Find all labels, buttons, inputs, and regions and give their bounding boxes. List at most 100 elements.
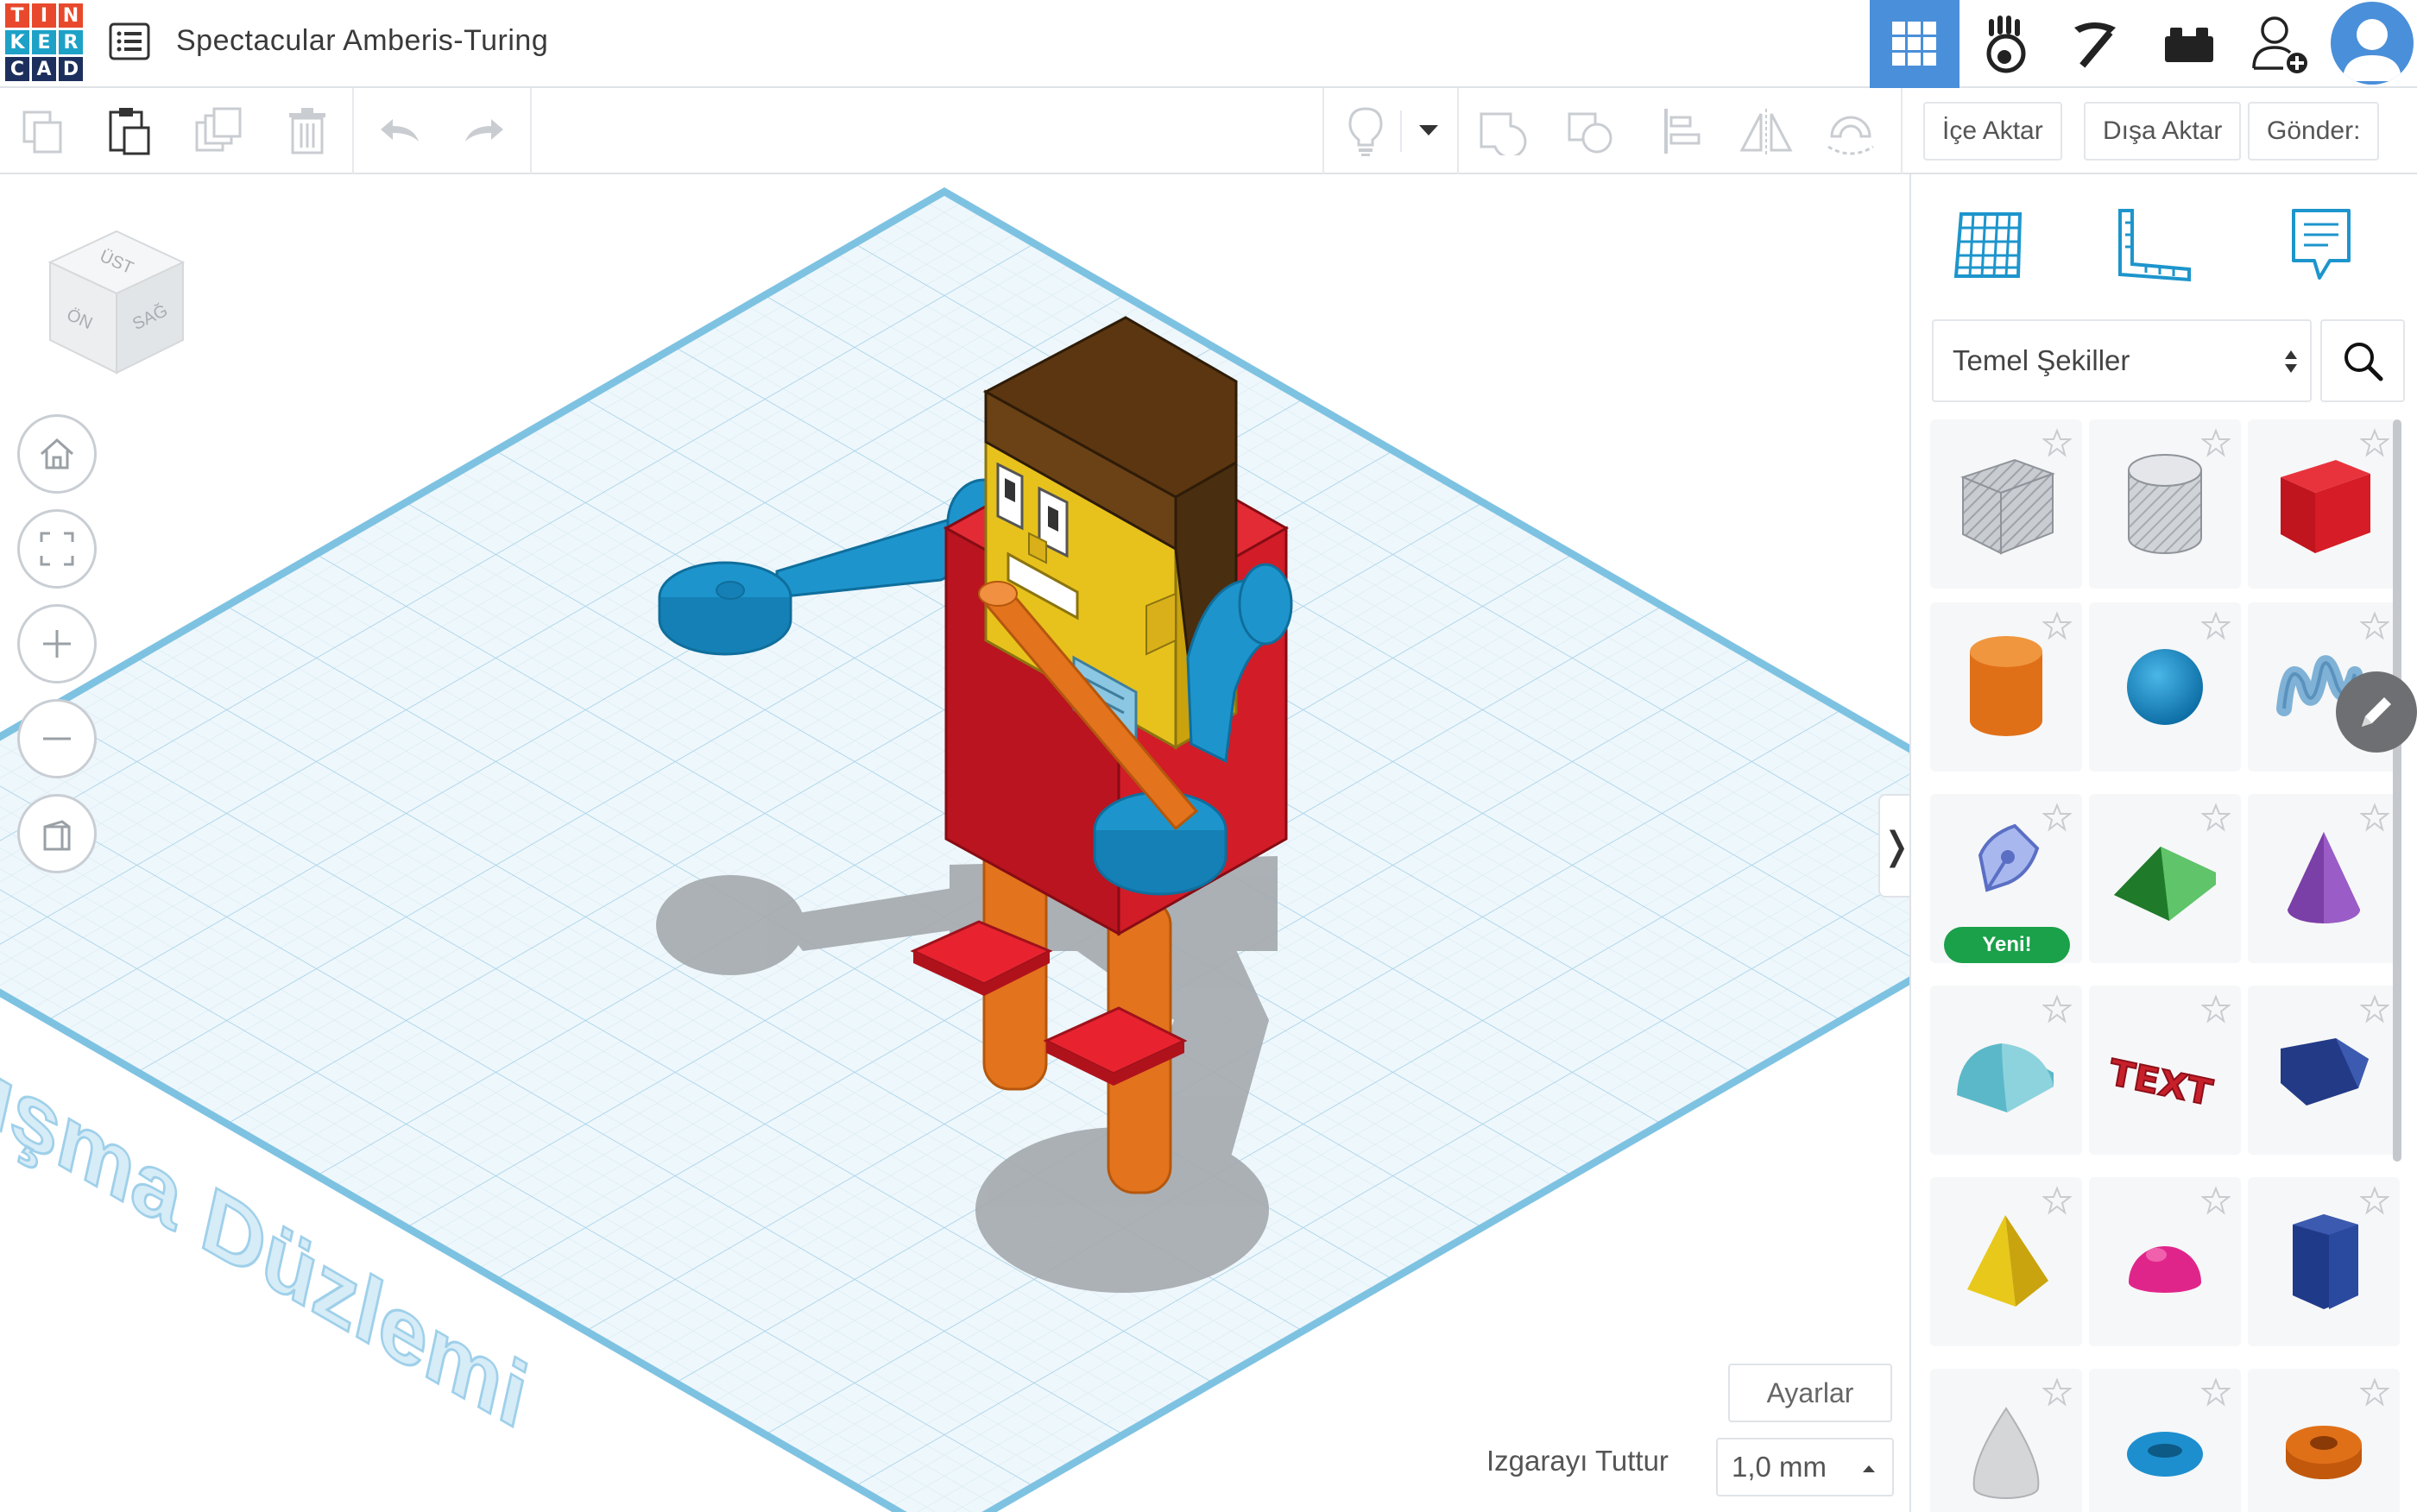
- shape-tile-torus[interactable]: [2089, 1369, 2241, 1512]
- shape-tile-round-roof[interactable]: [1930, 986, 2082, 1155]
- shape-tile-half-sphere[interactable]: [2089, 1177, 2241, 1346]
- star-icon[interactable]: [2201, 611, 2231, 640]
- pen-nib-shape-icon: [1978, 823, 2040, 892]
- star-icon[interactable]: [2360, 803, 2389, 832]
- logo-letter: D: [59, 57, 83, 81]
- star-icon[interactable]: [2360, 611, 2389, 640]
- bricks-button[interactable]: [2053, 0, 2142, 88]
- brick-icon: [2165, 28, 2213, 62]
- shape-tile-cylinder-hole[interactable]: [2089, 419, 2241, 589]
- user-avatar[interactable]: [2331, 2, 2414, 85]
- star-icon[interactable]: [2042, 1377, 2072, 1407]
- ortho-view-button[interactable]: [17, 794, 97, 873]
- panel-collapse-button[interactable]: ❭: [1878, 794, 1913, 898]
- blocks-button[interactable]: [1961, 0, 2051, 88]
- home-icon: [41, 438, 73, 469]
- tinkercad-logo[interactable]: T I N K E R C A D: [5, 3, 83, 81]
- shape-category-select[interactable]: Temel Şekiller: [1932, 319, 2312, 402]
- star-icon[interactable]: [2042, 803, 2072, 832]
- home-view-button[interactable]: [17, 414, 97, 494]
- star-icon[interactable]: [2201, 1377, 2231, 1407]
- undo-button[interactable]: [368, 100, 430, 162]
- box-shape-icon: [2281, 460, 2370, 553]
- snap-grid-value: 1,0 mm: [1732, 1451, 1827, 1483]
- shape-tile-sphere[interactable]: [2089, 602, 2241, 772]
- dropdown-caret-icon: [1419, 125, 1438, 135]
- shape-tile-paraboloid[interactable]: [1930, 1369, 2082, 1512]
- shape-tile-tube[interactable]: [2248, 1369, 2400, 1512]
- snap-grid-select[interactable]: 1,0 mm: [1716, 1438, 1894, 1496]
- shape-tile-box[interactable]: [2248, 419, 2400, 589]
- star-icon[interactable]: [2360, 994, 2389, 1024]
- ruler-tab[interactable]: [2106, 197, 2201, 292]
- invite-user-button[interactable]: [2236, 0, 2325, 88]
- star-icon[interactable]: [2042, 428, 2072, 457]
- logo-letter: N: [59, 3, 83, 28]
- settings-button[interactable]: Ayarlar: [1728, 1364, 1892, 1422]
- edit-floating-button[interactable]: [2336, 671, 2417, 753]
- redo-button[interactable]: [454, 100, 516, 162]
- delete-button[interactable]: [276, 100, 338, 162]
- import-button[interactable]: İçe Aktar: [1923, 102, 2062, 161]
- text-shape-label: TEXT: [2109, 1051, 2216, 1113]
- shape-tile-roof[interactable]: [2089, 794, 2241, 963]
- shape-tile-cone[interactable]: [2248, 794, 2400, 963]
- design-list-icon[interactable]: [109, 22, 150, 60]
- pencil-icon: [2362, 697, 2391, 727]
- 3d-design-view-button[interactable]: [1870, 0, 1959, 88]
- undo-icon: [381, 119, 419, 142]
- duplicate-icon: [195, 107, 242, 152]
- sphere-shape-icon: [2127, 649, 2203, 725]
- grid-icon: [1892, 22, 1936, 66]
- view-cube[interactable]: ÜST ÖN SAĞ: [35, 214, 199, 387]
- workplane-tab[interactable]: [1941, 197, 2035, 292]
- shape-tile-box-hole[interactable]: [1930, 419, 2082, 589]
- fit-view-button[interactable]: [17, 509, 97, 589]
- shape-tile-shape-generator[interactable]: Yeni!: [1930, 794, 2082, 963]
- design-title[interactable]: Spectacular Amberis-Turing: [176, 24, 548, 58]
- shape-search-button[interactable]: [2320, 319, 2405, 402]
- shape-tile-text[interactable]: TEXT: [2089, 986, 2241, 1155]
- roof-shape-icon: [2114, 847, 2216, 921]
- star-icon[interactable]: [2042, 611, 2072, 640]
- shape-tile-polygon[interactable]: [2248, 1177, 2400, 1346]
- shape-tile-wedge[interactable]: [2248, 986, 2400, 1155]
- duplicate-button[interactable]: [188, 100, 250, 162]
- star-icon[interactable]: [2201, 428, 2231, 457]
- logo-letter: E: [32, 30, 56, 54]
- show-hide-button[interactable]: [1335, 100, 1397, 162]
- group-button[interactable]: [1471, 100, 1533, 162]
- star-icon[interactable]: [2042, 1186, 2072, 1215]
- align-button[interactable]: [1650, 100, 1713, 162]
- paste-button[interactable]: [98, 100, 161, 162]
- notes-tab[interactable]: [2274, 197, 2369, 292]
- shape-tile-cylinder[interactable]: [1930, 602, 2082, 772]
- zoom-out-button[interactable]: [17, 699, 97, 778]
- 3d-workspace[interactable]: Çalışma Düzlemi ÜST ÖN SAĞ Ayarlar Izgar…: [0, 174, 1909, 1512]
- star-icon[interactable]: [2360, 1377, 2389, 1407]
- export-button[interactable]: Dışa Aktar: [2084, 102, 2242, 161]
- zoom-in-button[interactable]: [17, 604, 97, 684]
- torus-shape-icon: [2127, 1432, 2203, 1477]
- send-button[interactable]: Gönder:: [2248, 102, 2380, 161]
- mirror-button[interactable]: [1735, 100, 1797, 162]
- star-icon[interactable]: [2201, 994, 2231, 1024]
- panel-scrollbar[interactable]: [2393, 419, 2401, 1162]
- shape-tile-pyramid[interactable]: [1930, 1177, 2082, 1346]
- visibility-dropdown-button[interactable]: [1398, 100, 1459, 162]
- workplane-scene[interactable]: Çalışma Düzlemi: [0, 174, 1909, 1512]
- ungroup-button[interactable]: [1559, 100, 1621, 162]
- star-icon[interactable]: [2360, 428, 2389, 457]
- paraboloid-shape-icon: [1972, 1407, 2040, 1499]
- zoom-in-icon: [43, 630, 71, 658]
- lego-button[interactable]: [2144, 0, 2234, 88]
- cruise-button[interactable]: [1820, 100, 1882, 162]
- star-icon[interactable]: [2201, 803, 2231, 832]
- ruler-icon: [2118, 209, 2191, 282]
- copy-button[interactable]: [12, 100, 74, 162]
- star-icon[interactable]: [2201, 1186, 2231, 1215]
- pickaxe-icon: [2074, 22, 2116, 68]
- star-icon[interactable]: [2042, 994, 2072, 1024]
- star-icon[interactable]: [2360, 1186, 2389, 1215]
- fit-view-icon: [40, 532, 74, 566]
